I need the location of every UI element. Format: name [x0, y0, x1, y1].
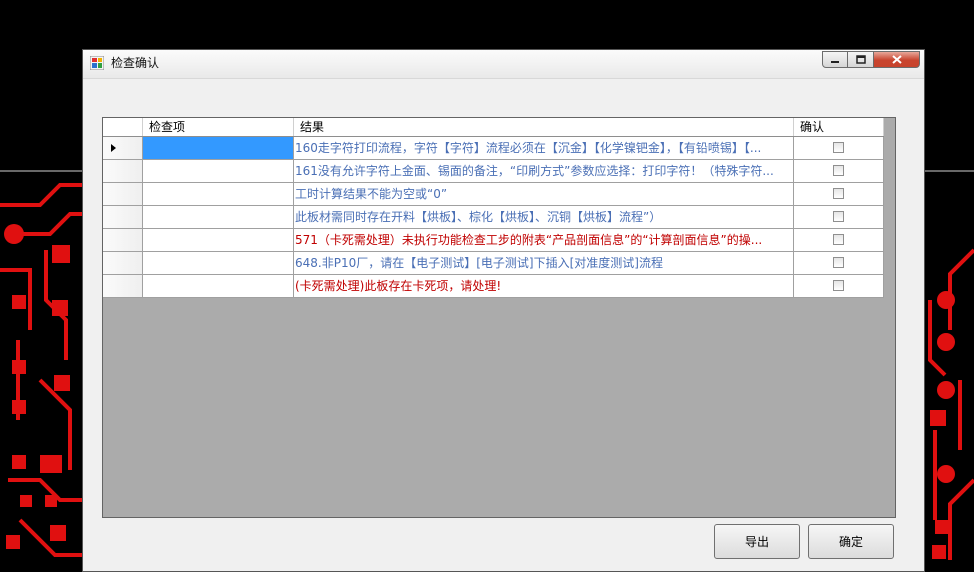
table-row[interactable]: 此板材需同时存在开料【烘板】、棕化【烘板】、沉铜【烘板】流程”） [103, 206, 884, 229]
confirm-cell [794, 206, 884, 229]
minimize-icon [831, 60, 839, 63]
minimize-button[interactable] [822, 51, 848, 68]
row-header[interactable] [103, 229, 143, 252]
item-cell[interactable] [143, 183, 294, 206]
result-cell[interactable]: 161没有允许字符上金面、锡面的备注，“印刷方式”参数应选择：打印字符！（特殊字… [294, 160, 794, 183]
item-cell[interactable] [143, 252, 294, 275]
check-results-grid[interactable]: 检查项 结果 确认 160走字符打印流程，字符【字符】流程必须在【沉金】【化学镍… [102, 117, 896, 518]
confirm-cell [794, 275, 884, 298]
confirm-checkbox[interactable] [833, 142, 844, 153]
maximize-icon [855, 55, 866, 64]
item-cell[interactable] [143, 275, 294, 298]
confirm-cell [794, 252, 884, 275]
table-row[interactable]: (卡死需处理)此板存在卡死项，请处理! [103, 275, 884, 298]
result-cell[interactable]: 648.非P10厂，请在【电子测试】[电子测试]下插入[对准度测试]流程 [294, 252, 794, 275]
item-cell[interactable] [143, 206, 294, 229]
result-cell[interactable]: (卡死需处理)此板存在卡死项，请处理! [294, 275, 794, 298]
confirm-checkbox[interactable] [833, 188, 844, 199]
column-header-item[interactable]: 检查项 [143, 118, 294, 136]
table-row[interactable]: 571（卡死需处理）未执行功能检查工步的附表“产品剖面信息”的“计算剖面信息”的… [103, 229, 884, 252]
window-title: 检查确认 [111, 56, 160, 70]
column-header-confirm[interactable]: 确认 [794, 118, 884, 136]
confirm-checkbox[interactable] [833, 165, 844, 176]
check-confirm-dialog: 检查确认 检查项 结果 确认 160走字符打印流程，字符【字符】流程必须在【沉金… [82, 49, 925, 572]
item-cell[interactable] [143, 137, 294, 160]
result-cell[interactable]: 571（卡死需处理）未执行功能检查工步的附表“产品剖面信息”的“计算剖面信息”的… [294, 229, 794, 252]
result-cell[interactable]: 工时计算结果不能为空或“0” [294, 183, 794, 206]
confirm-checkbox[interactable] [833, 257, 844, 268]
confirm-cell [794, 137, 884, 160]
table-row[interactable]: 160走字符打印流程，字符【字符】流程必须在【沉金】【化学镍钯金】，【有铅喷锡】… [103, 137, 884, 160]
title-bar[interactable]: 检查确认 [83, 50, 924, 79]
row-header[interactable] [103, 183, 143, 206]
ok-button[interactable]: 确定 [808, 524, 894, 559]
confirm-cell [794, 229, 884, 252]
row-header[interactable] [103, 206, 143, 229]
item-cell[interactable] [143, 229, 294, 252]
table-row[interactable]: 648.非P10厂，请在【电子测试】[电子测试]下插入[对准度测试]流程 [103, 252, 884, 275]
row-header[interactable] [103, 160, 143, 183]
confirm-cell [794, 160, 884, 183]
maximize-button[interactable] [848, 51, 874, 68]
window-controls [822, 51, 920, 69]
row-header[interactable] [103, 252, 143, 275]
result-cell[interactable]: 160走字符打印流程，字符【字符】流程必须在【沉金】【化学镍钯金】，【有铅喷锡】… [294, 137, 794, 160]
table-row[interactable]: 工时计算结果不能为空或“0” [103, 183, 884, 206]
close-icon [891, 55, 902, 64]
grid-header: 检查项 结果 确认 [103, 118, 884, 137]
export-button[interactable]: 导出 [714, 524, 800, 559]
confirm-checkbox[interactable] [833, 234, 844, 245]
confirm-checkbox[interactable] [833, 211, 844, 222]
current-row-arrow-icon [111, 144, 116, 152]
app-icon [90, 56, 104, 70]
row-header[interactable] [103, 275, 143, 298]
column-header-result[interactable]: 结果 [294, 118, 794, 136]
row-header-corner [103, 118, 143, 136]
table-row[interactable]: 161没有允许字符上金面、锡面的备注，“印刷方式”参数应选择：打印字符！（特殊字… [103, 160, 884, 183]
confirm-cell [794, 183, 884, 206]
result-cell[interactable]: 此板材需同时存在开料【烘板】、棕化【烘板】、沉铜【烘板】流程”） [294, 206, 794, 229]
confirm-checkbox[interactable] [833, 280, 844, 291]
close-button[interactable] [874, 51, 920, 68]
row-header[interactable] [103, 137, 143, 160]
item-cell[interactable] [143, 160, 294, 183]
